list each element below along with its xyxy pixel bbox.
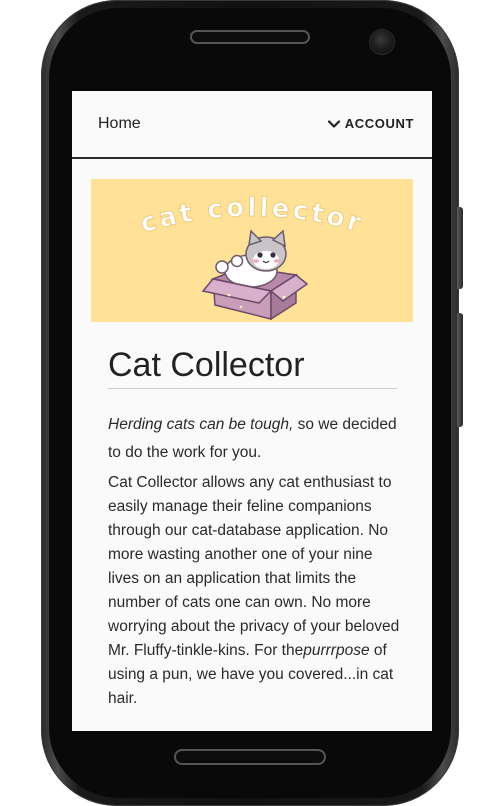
title-divider: [108, 388, 397, 389]
earpiece-speaker: [190, 30, 310, 44]
body-part1: Cat Collector allows any cat enthusiast …: [108, 474, 400, 659]
navbar: Home ACCOUNT: [72, 91, 432, 159]
front-camera: [369, 29, 395, 55]
body-italic: purrrpose: [303, 642, 370, 659]
body-paragraph: Cat Collector allows any cat enthusiast …: [108, 471, 404, 711]
power-button: [457, 313, 463, 427]
cat-collector-logo: cat collector: [137, 192, 364, 321]
phone-screen: Home ACCOUNT cat collector Cat Collector…: [72, 91, 432, 731]
account-label: ACCOUNT: [344, 116, 414, 131]
chevron-down-icon: [327, 119, 340, 128]
intro-paragraph: Herding cats can be tough, so we decided…: [108, 411, 404, 467]
intro-italic: Herding cats can be tough,: [108, 416, 294, 433]
account-dropdown[interactable]: ACCOUNT: [327, 116, 414, 131]
volume-button: [457, 207, 463, 289]
nav-home-link[interactable]: Home: [98, 115, 141, 133]
device-mockup: Home ACCOUNT cat collector Cat Collector…: [0, 0, 501, 806]
page-title: Cat Collector: [108, 346, 305, 384]
hero-banner: cat collector: [91, 179, 413, 322]
bottom-speaker: [174, 749, 326, 765]
